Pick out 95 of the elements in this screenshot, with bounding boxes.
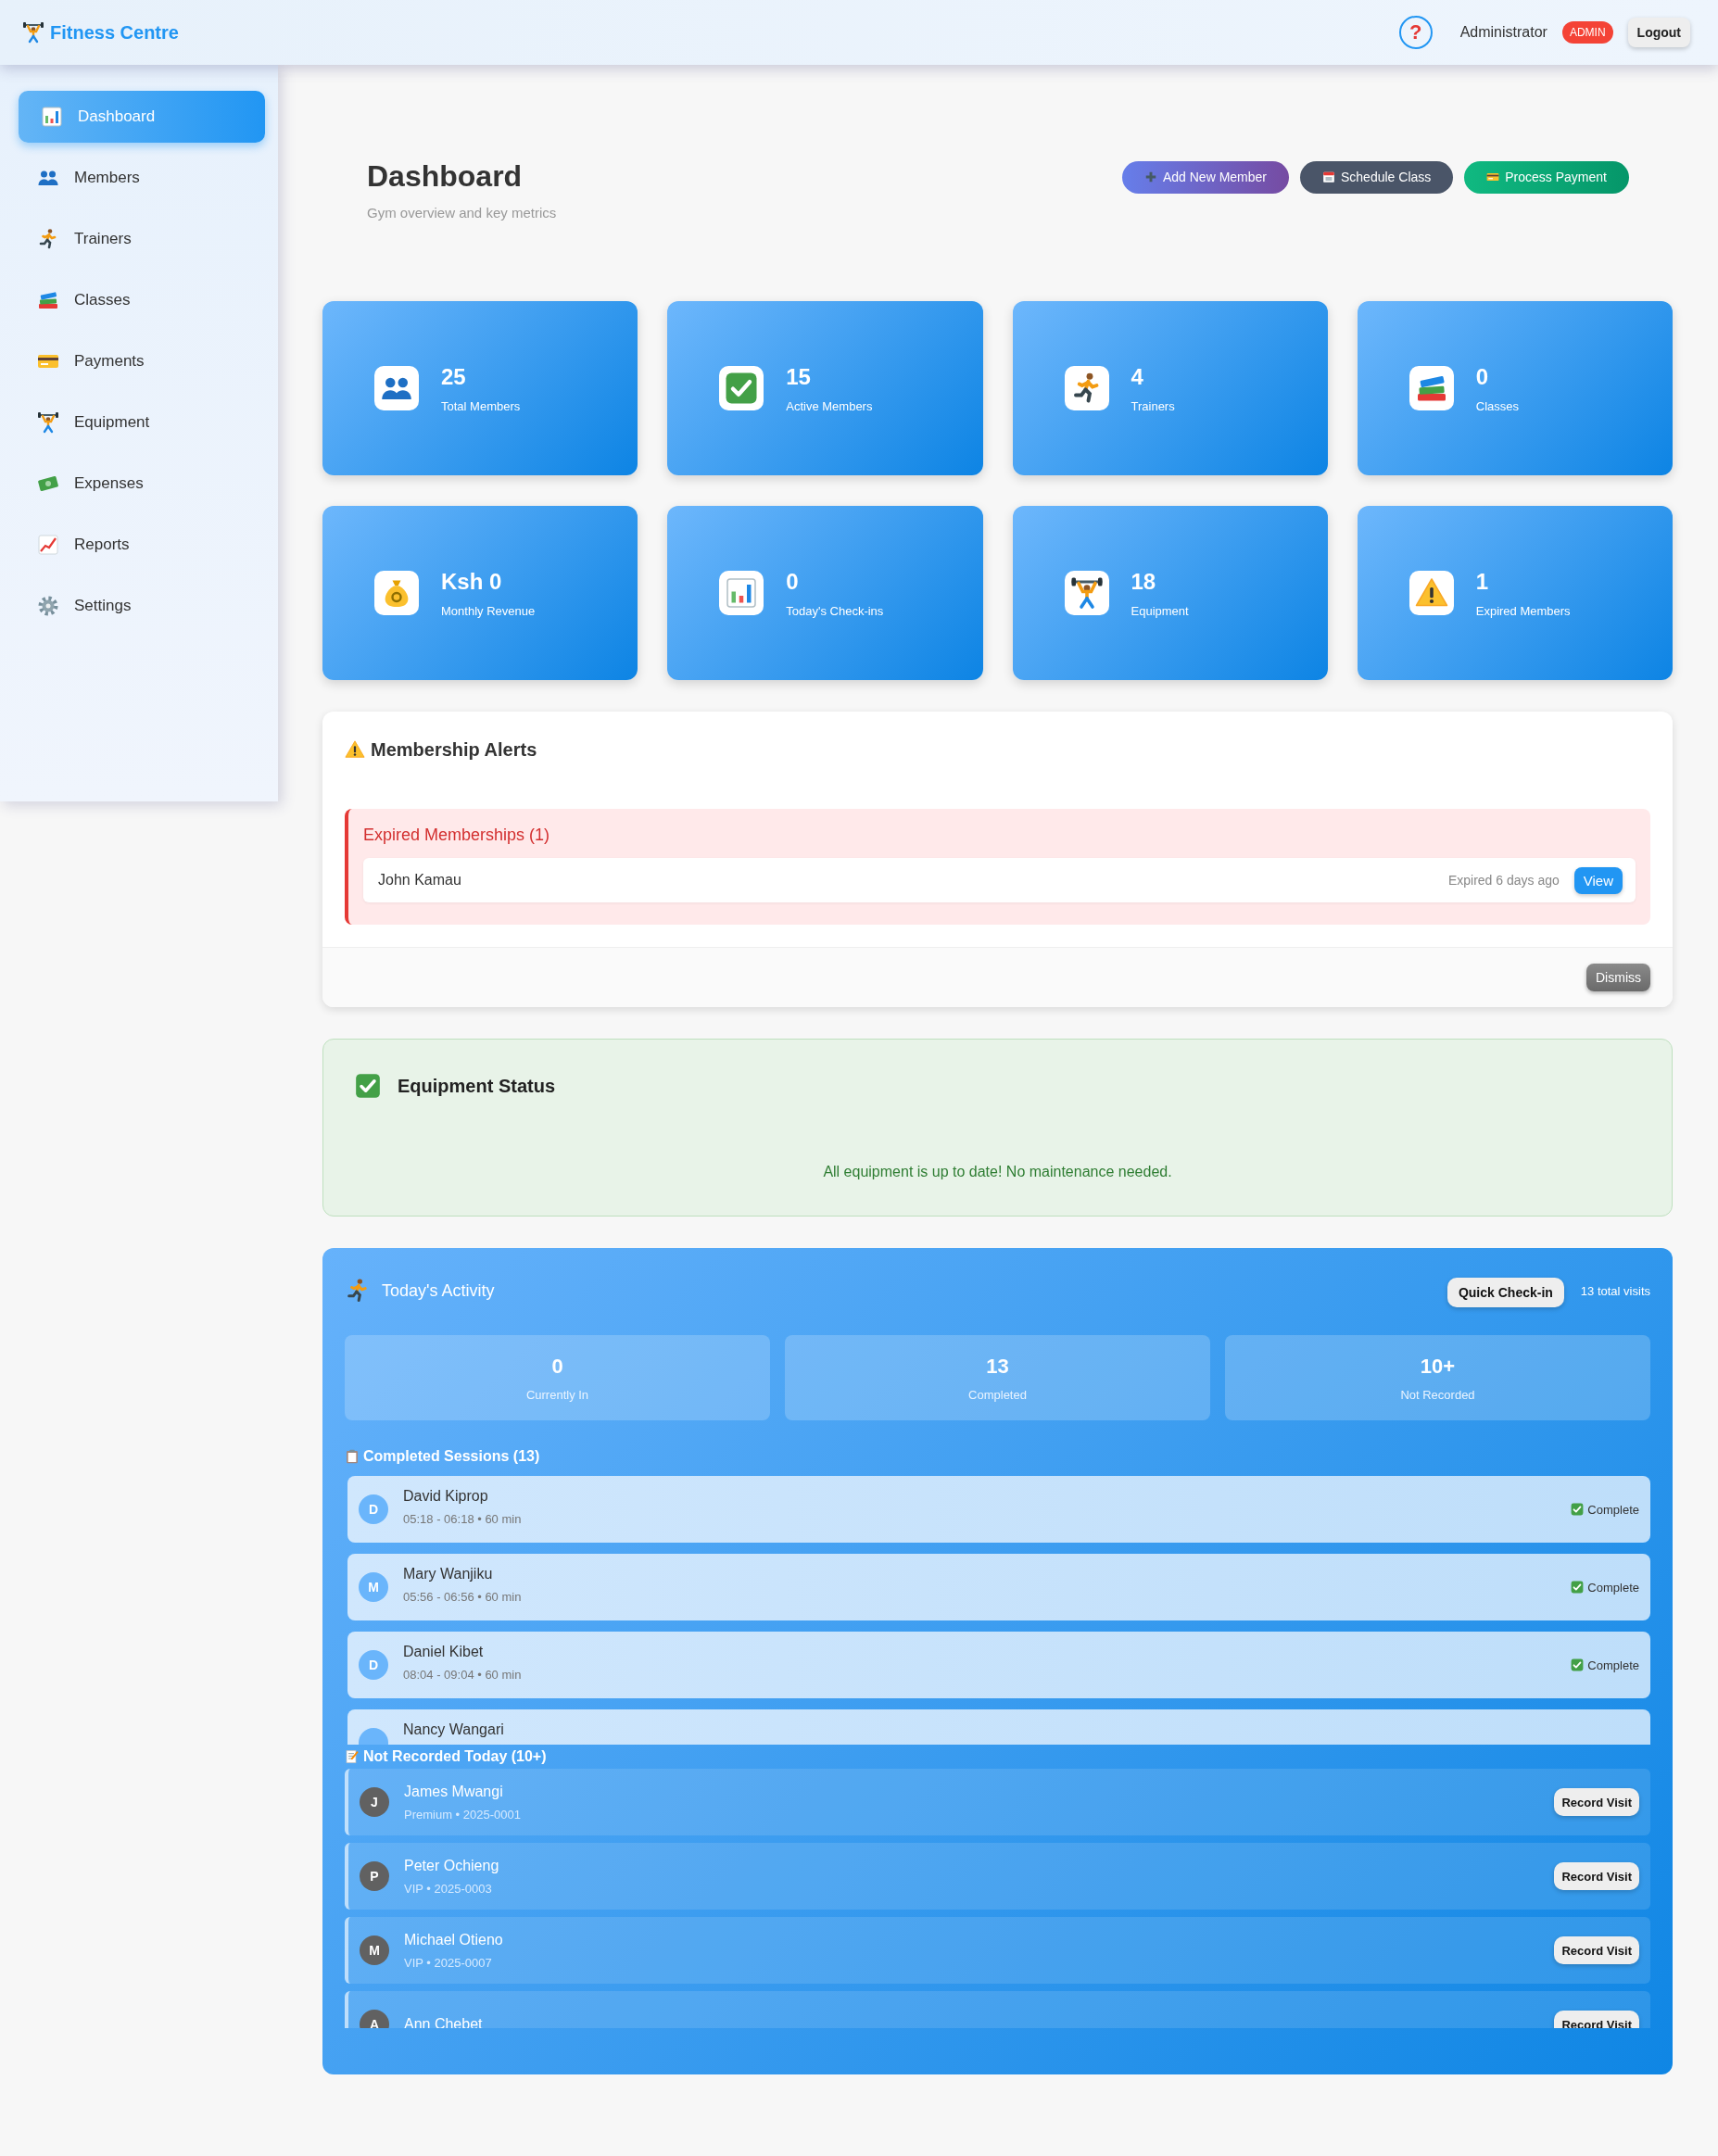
summary-label: Not Recorded	[1400, 1387, 1475, 1402]
stat-value: 4	[1131, 363, 1144, 390]
action-button[interactable]: Add New Member	[1121, 160, 1289, 194]
role-badge: ADMIN	[1561, 21, 1613, 44]
member-name: James Mwangi	[404, 1783, 504, 1800]
summary-value: 0	[551, 1354, 563, 1379]
stat-value: 18	[1131, 568, 1157, 595]
quick-check-in-button[interactable]: Quick Check-in	[1446, 1278, 1564, 1307]
stat-value: 1	[1475, 568, 1490, 595]
card-title: Membership Alerts	[371, 738, 537, 761]
check-icon	[725, 372, 759, 405]
bar-chart-icon	[41, 106, 63, 128]
status-message: All equipment is up to date! No maintenance needed.	[822, 1164, 1173, 1180]
stat-value: 0	[786, 568, 800, 595]
check-icon	[1571, 1581, 1585, 1594]
member-name: David Kiprop	[403, 1488, 489, 1505]
status-label: Complete	[1587, 1580, 1639, 1595]
stat-label: Trainers	[1131, 398, 1175, 413]
stat-label: Today's Check-ins	[786, 603, 884, 618]
memo-icon	[345, 1749, 360, 1764]
member-detail: VIP • 2025-0007	[404, 1955, 493, 1970]
avatar: M	[359, 1572, 388, 1602]
sidebar-item[interactable]: Expenses	[19, 458, 265, 510]
calendar-icon	[1322, 170, 1335, 183]
card-title: Equipment Status	[398, 1075, 555, 1097]
avatar: P	[360, 1861, 389, 1891]
section-title: Completed Sessions (13)	[363, 1448, 540, 1465]
stat-label: Active Members	[786, 398, 873, 413]
expiry-note: Expired 6 days ago	[1447, 873, 1560, 888]
avatar: D	[359, 1494, 388, 1524]
sidebar-item[interactable]: Equipment	[19, 397, 265, 448]
session-time: 05:56 - 06:56 • 60 min	[403, 1590, 523, 1604]
help-button[interactable]: ?	[1398, 16, 1433, 49]
stat-label: Monthly Revenue	[441, 603, 536, 618]
stat-value: 25	[441, 363, 467, 390]
user-name: Administrator	[1459, 24, 1547, 41]
page-title: Dashboard	[367, 159, 524, 194]
dismiss-button[interactable]: Dismiss	[1586, 964, 1650, 991]
avatar: M	[360, 1935, 389, 1965]
credit-card-icon	[1486, 170, 1500, 183]
books-icon	[37, 289, 59, 311]
member-name: Peter Ochieng	[404, 1857, 500, 1874]
gear-icon	[37, 595, 59, 617]
summary-label: Completed	[968, 1387, 1027, 1402]
avatar: D	[359, 1650, 388, 1680]
member-name: Daniel Kibet	[403, 1644, 485, 1660]
stat-value: 0	[1475, 363, 1490, 390]
record-visit-button[interactable]: Record Visit	[1554, 2011, 1639, 2028]
page-subtitle: Gym overview and key metrics	[367, 205, 557, 221]
summary-value: 13	[986, 1354, 1009, 1379]
member-detail: Premium • 2025-0001	[404, 1807, 522, 1822]
session-time: 05:18 - 06:18 • 60 min	[403, 1512, 523, 1526]
check-icon	[1571, 1658, 1585, 1671]
warning-icon	[345, 739, 365, 760]
section-title: Not Recorded Today (10+)	[363, 1748, 547, 1765]
record-visit-button[interactable]: Record Visit	[1554, 1862, 1639, 1890]
stat-label: Expired Members	[1475, 603, 1571, 618]
stat-label: Total Members	[441, 398, 521, 413]
check-icon	[1571, 1503, 1585, 1516]
line-chart-icon	[37, 534, 59, 556]
stat-label: Classes	[1475, 398, 1519, 413]
sidebar-item[interactable]: Classes	[19, 274, 265, 326]
record-visit-button[interactable]: Record Visit	[1554, 1936, 1639, 1964]
summary-label: Currently In	[525, 1387, 589, 1402]
member-name: John Kamau	[378, 872, 461, 889]
plus-icon	[1143, 170, 1157, 183]
action-button[interactable]: Schedule Class	[1300, 160, 1454, 194]
panel-title: Expired Memberships (1)	[363, 826, 551, 845]
summary-value: 10+	[1420, 1354, 1456, 1379]
stat-label: Equipment	[1131, 603, 1189, 618]
status-label: Complete	[1587, 1502, 1639, 1517]
member-name: Michael Otieno	[404, 1931, 504, 1948]
sidebar-item[interactable]: Members	[19, 152, 265, 204]
member-name: Mary Wanjiku	[403, 1566, 494, 1582]
member-detail: VIP • 2025-0003	[404, 1881, 493, 1896]
weightlifter-icon	[1069, 576, 1104, 610]
bar-chart-icon	[725, 576, 759, 610]
weightlifter-icon	[22, 21, 44, 44]
stat-value: 15	[786, 363, 812, 390]
check-icon	[355, 1073, 381, 1099]
status-label: Complete	[1587, 1658, 1639, 1672]
total-visits: 13 total visits	[1580, 1283, 1650, 1298]
member-name: Nancy Wangari	[403, 1721, 505, 1738]
card-title: Today's Activity	[382, 1280, 495, 1301]
logout-button[interactable]: Logout	[1627, 18, 1690, 47]
avatar: J	[360, 1787, 389, 1817]
stat-value: Ksh 0	[441, 568, 503, 595]
sidebar-item[interactable]: Payments	[19, 335, 265, 387]
sidebar-item[interactable]: Trainers	[19, 213, 265, 265]
session-time: 08:04 - 09:04 • 60 min	[403, 1668, 523, 1682]
sidebar-item[interactable]: Settings	[19, 580, 265, 632]
clipboard-icon	[345, 1449, 360, 1464]
sidebar-item[interactable]: Reports	[19, 519, 265, 571]
weightlifter-icon	[37, 411, 59, 434]
record-visit-button[interactable]: Record Visit	[1554, 1788, 1639, 1816]
